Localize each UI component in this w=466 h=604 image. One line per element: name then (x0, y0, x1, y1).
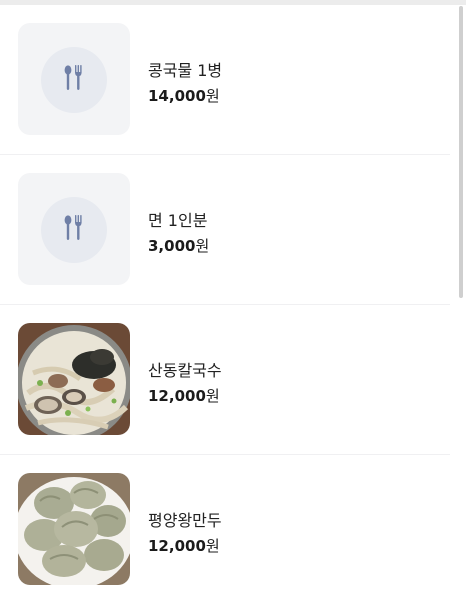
price-unit: 원 (205, 87, 220, 105)
price-value: 3,000 (148, 237, 196, 255)
kalguksu-photo (18, 323, 130, 435)
placeholder-circle (41, 197, 107, 263)
menu-item[interactable]: 평양왕만두 12,000원 (0, 455, 450, 604)
menu-item-thumbnail (18, 23, 130, 135)
scrollbar[interactable] (459, 6, 463, 298)
price-value: 14,000 (148, 87, 206, 105)
menu-item-name: 콩국물 1병 (148, 61, 223, 80)
menu-list: 콩국물 1병 14,000원 면 1인분 3,000원 산동칼국수 12,000… (0, 5, 450, 604)
menu-item[interactable]: 콩국물 1병 14,000원 (0, 5, 450, 155)
menu-item-price: 12,000원 (148, 385, 220, 406)
menu-item[interactable]: 면 1인분 3,000원 (0, 155, 450, 305)
menu-item-price: 3,000원 (148, 235, 209, 256)
menu-item-thumbnail (18, 173, 130, 285)
menu-item[interactable]: 산동칼국수 12,000원 (0, 305, 450, 455)
menu-item-name: 면 1인분 (148, 211, 208, 230)
utensils-icon (64, 65, 82, 90)
price-unit: 원 (205, 537, 220, 555)
price-unit: 원 (195, 237, 210, 255)
utensils-icon (64, 215, 82, 240)
menu-item-price: 12,000원 (148, 535, 220, 556)
price-value: 12,000 (148, 537, 206, 555)
placeholder-circle (41, 47, 107, 113)
dumplings-photo (18, 473, 130, 585)
menu-item-price: 14,000원 (148, 85, 220, 106)
price-unit: 원 (205, 387, 220, 405)
menu-item-name: 산동칼국수 (148, 361, 222, 380)
price-value: 12,000 (148, 387, 206, 405)
menu-item-name: 평양왕만두 (148, 511, 222, 530)
